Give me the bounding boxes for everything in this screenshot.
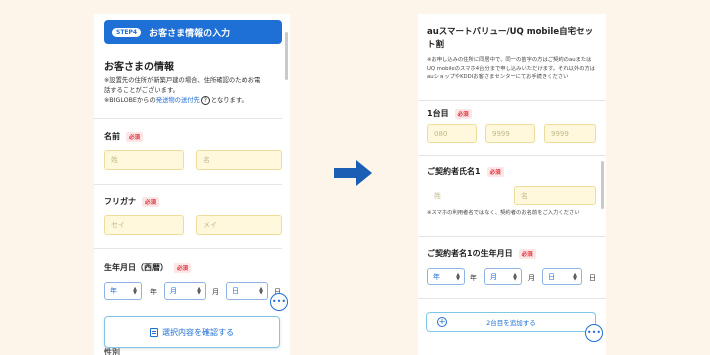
delivery-note-prefix: ※BIGLOBEからの	[104, 97, 156, 104]
required-badge: 必須	[142, 196, 160, 207]
last-name-input[interactable]: 姓	[104, 150, 184, 170]
day-unit: 日	[589, 274, 596, 282]
left-screen: STEP4 お客さま情報の入力 お客さまの情報 ※設置先の住所が新築戸建の場合、…	[94, 14, 290, 355]
select-arrows-icon: ▲ ▼	[513, 271, 517, 282]
help-icon[interactable]: ?	[200, 96, 210, 105]
last-name-kana-input[interactable]: セイ	[104, 215, 184, 235]
birthdate-label-text: 生年月日（西暦）	[104, 263, 168, 272]
chat-dots: •••	[586, 328, 602, 337]
section-title: お客さまの情報	[104, 62, 174, 73]
divider	[418, 298, 606, 299]
holder-last-name-input[interactable]: 姓	[427, 186, 503, 205]
select-arrows-icon: ▲ ▼	[197, 286, 201, 296]
smart-value-title: auスマートバリュー/UQ mobile自宅セット割	[427, 27, 594, 50]
birth-month-select[interactable]: 月 ▲ ▼	[164, 282, 206, 300]
document-icon	[150, 327, 158, 337]
chat-bubble-icon[interactable]: •••	[270, 293, 288, 311]
scrollbar[interactable]	[601, 161, 604, 209]
chat-dots: •••	[271, 297, 287, 306]
right-arrow-icon	[334, 160, 372, 186]
year-unit: 年	[150, 288, 157, 296]
confirm-selection-label: 選択内容を確認する	[162, 327, 234, 337]
select-arrows-icon: ▲ ▼	[573, 271, 577, 282]
holder-note: ※スマホの利用者名ではなく、契約者のお名前をご入力ください	[427, 210, 580, 216]
holder-birth-month-value: 月	[490, 272, 497, 281]
right-screen: auスマートバリュー/UQ mobile自宅セット割 ※お申し込みの住所に同居中…	[418, 14, 606, 355]
gender-label-peek: 性別	[104, 348, 120, 355]
required-badge: 必須	[486, 166, 504, 177]
birth-day-value: 日	[232, 287, 239, 295]
step-header: STEP4 お客さま情報の入力	[104, 20, 282, 44]
first-name-kana-input[interactable]: メイ	[196, 215, 282, 235]
select-arrows-icon: ▲ ▼	[456, 271, 460, 282]
select-arrows-icon: ▲ ▼	[133, 286, 137, 296]
holder-name-label-text: ご契約者氏名1	[427, 167, 481, 176]
holder-name-label: ご契約者氏名1 必須	[427, 166, 504, 177]
delivery-note: ※BIGLOBEからの発送物の送付先? となります。	[104, 96, 284, 106]
holder-birth-year-select[interactable]: 年 ▲ ▼	[427, 268, 465, 285]
required-badge: 必須	[126, 131, 144, 142]
birth-year-value: 年	[110, 287, 117, 295]
step-title: お客さま情報の入力	[149, 28, 231, 39]
month-unit: 月	[212, 288, 219, 296]
divider	[418, 236, 606, 237]
holder-birth-day-select[interactable]: 日 ▲ ▼	[542, 268, 582, 285]
divider	[418, 100, 606, 101]
scrollbar[interactable]	[285, 32, 288, 80]
birth-year-select[interactable]: 年 ▲ ▼	[104, 282, 142, 300]
required-badge: 必須	[518, 248, 536, 259]
divider	[94, 118, 282, 119]
year-unit: 年	[470, 274, 477, 282]
month-unit: 月	[528, 274, 535, 282]
add-second-device-label: 2台目を追加する	[486, 319, 536, 327]
required-badge: 必須	[454, 108, 472, 119]
name-label: 名前 必須	[104, 131, 144, 142]
holder-birthdate-label: ご契約者名1の生年月日 必須	[427, 248, 536, 259]
address-note-line2: 話することがございます。	[104, 87, 179, 94]
holder-first-name-input[interactable]: 名	[514, 186, 596, 205]
address-note: ※設置先の住所が新築戸建の場合、住所確認のためお電 話することがございます。 ※…	[104, 76, 284, 106]
plus-circle-icon: +	[437, 317, 447, 327]
delivery-note-suffix: となります。	[210, 97, 248, 104]
step-badge: STEP4	[112, 27, 142, 37]
holder-birth-month-select[interactable]: 月 ▲ ▼	[484, 268, 522, 285]
confirm-selection-button[interactable]: 選択内容を確認する	[104, 316, 280, 348]
required-badge: 必須	[174, 262, 192, 273]
first-device-label-text: 1台目	[427, 109, 449, 118]
phone-part3-input[interactable]: 9999	[544, 124, 596, 143]
birthdate-label: 生年月日（西暦） 必須	[104, 262, 192, 273]
divider	[94, 184, 282, 185]
phone-part2-input[interactable]: 9999	[485, 124, 535, 143]
first-name-input[interactable]: 名	[196, 150, 282, 170]
name-label-text: 名前	[104, 132, 120, 141]
birth-day-select[interactable]: 日 ▲ ▼	[226, 282, 268, 300]
phone-part1-input[interactable]: 080	[427, 124, 477, 143]
holder-birth-year-value: 年	[433, 272, 440, 281]
holder-birthdate-label-text: ご契約者名1の生年月日	[427, 249, 513, 258]
delivery-address-link[interactable]: 発送物の送付先	[156, 97, 200, 104]
holder-birth-day-value: 日	[548, 272, 555, 281]
first-device-label: 1台目 必須	[427, 108, 472, 119]
divider	[94, 248, 282, 249]
address-note-line1: ※設置先の住所が新築戸建の場合、住所確認のためお電	[104, 77, 261, 84]
add-second-device-button[interactable]: + 2台目を追加する	[426, 312, 596, 332]
divider	[418, 155, 606, 156]
furigana-label: フリガナ 必須	[104, 196, 160, 207]
birth-month-value: 月	[170, 287, 177, 295]
smart-value-note: ※お申し込みの住所に同居中で、同一の苗字の方はご契約のauまたはUQ mobil…	[427, 57, 596, 80]
furigana-label-text: フリガナ	[104, 197, 136, 206]
select-arrows-icon: ▲ ▼	[259, 286, 263, 296]
chat-bubble-icon[interactable]: •••	[585, 324, 603, 342]
